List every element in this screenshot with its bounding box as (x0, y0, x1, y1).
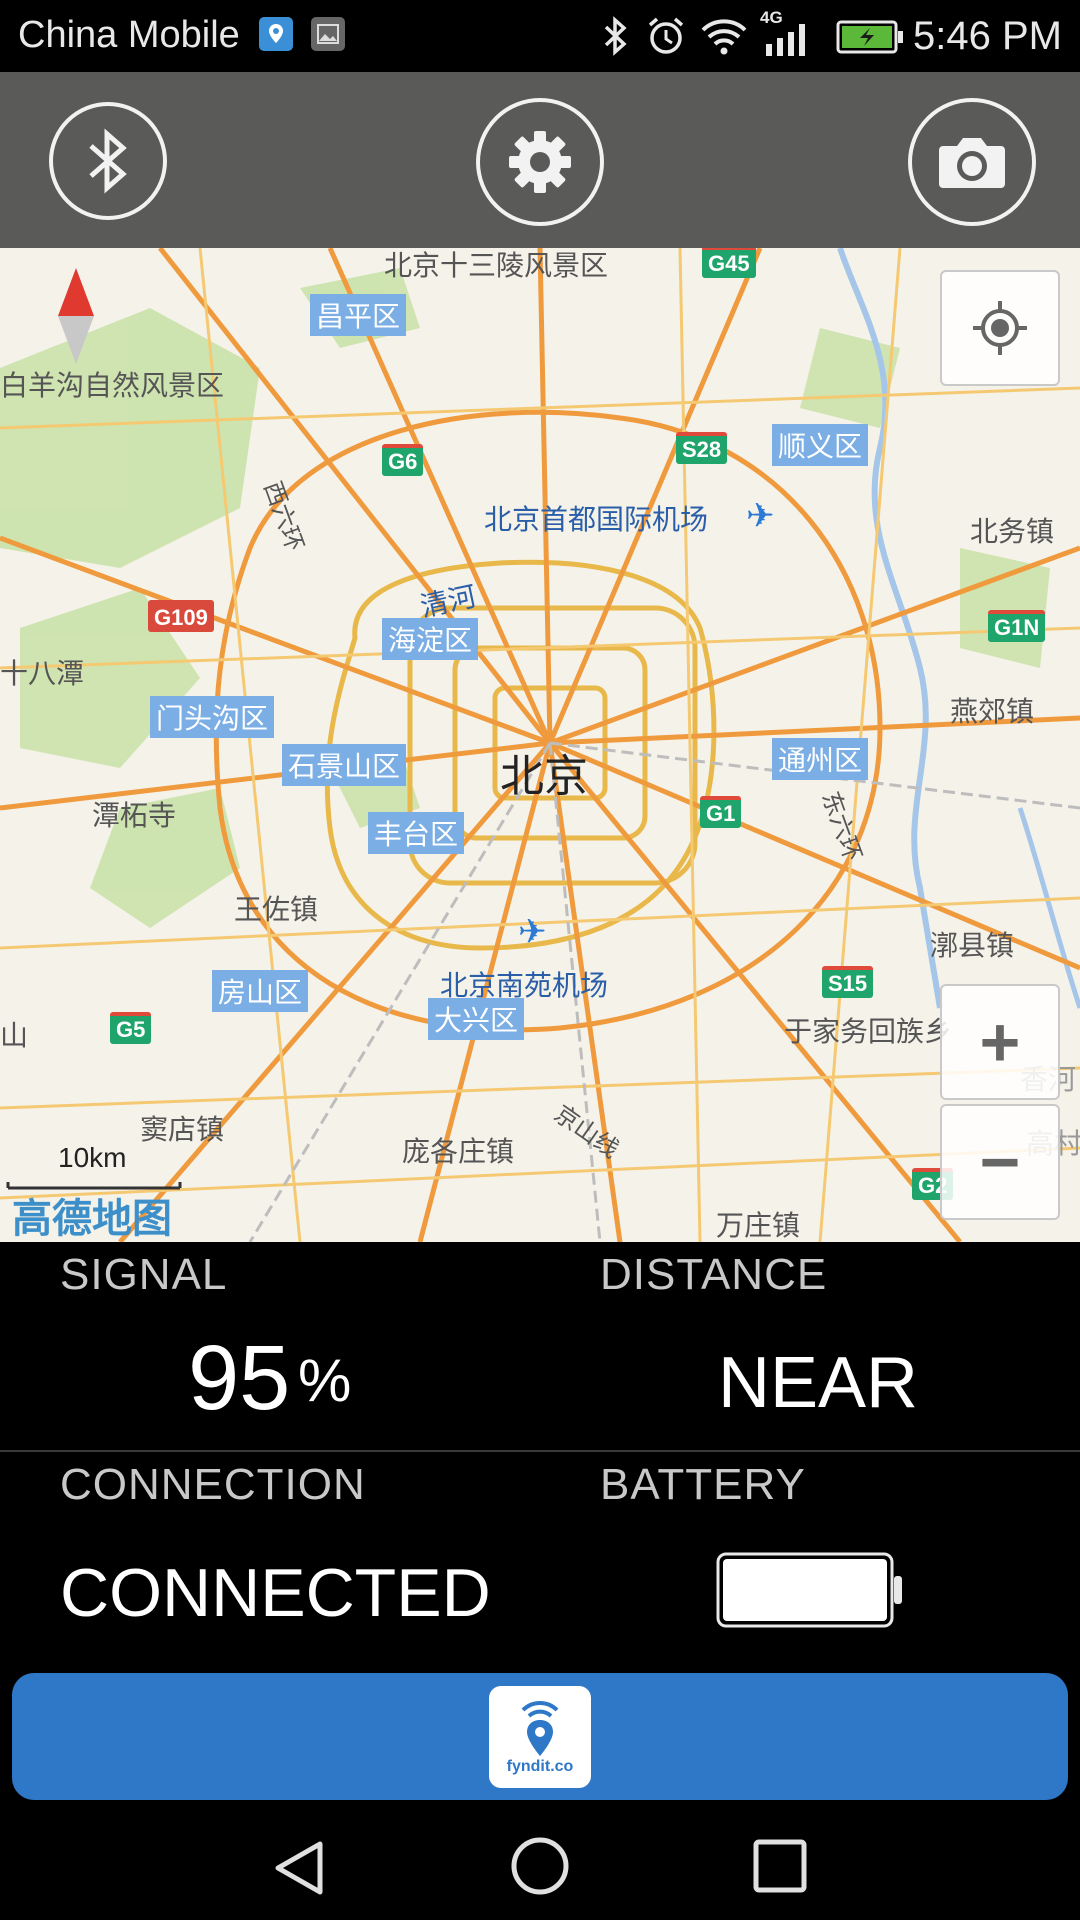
logo-text: fyndit.co (506, 1758, 574, 1775)
airport-icon: ✈ (746, 497, 775, 535)
bluetooth-icon (598, 16, 632, 61)
crosshair-locate-icon (973, 301, 1027, 355)
highway-shield: G45 (702, 248, 756, 278)
recents-button[interactable] (752, 1838, 808, 1899)
district-label: 通州区 (772, 738, 869, 780)
district-label: 昌平区 (310, 294, 407, 336)
location-pin-icon (258, 16, 294, 57)
home-icon (511, 1837, 569, 1895)
wifi-icon (700, 16, 748, 61)
back-button[interactable] (272, 1838, 328, 1903)
divider (0, 1450, 1080, 1452)
gallery-icon (310, 16, 346, 57)
map-label: 北务镇 (970, 516, 1055, 547)
alarm-icon (646, 16, 686, 61)
distance-label: DISTANCE (600, 1250, 828, 1299)
map-label: 庞各庄镇 (402, 1136, 515, 1167)
scale-label: 10km (58, 1142, 127, 1173)
back-icon (275, 1841, 323, 1895)
signal-value: 95 (188, 1327, 291, 1429)
settings-gear-icon (509, 131, 571, 193)
district-label: 丰台区 (368, 812, 465, 854)
amap-logo: 高德地图 (12, 1197, 172, 1241)
map-label: 北京 (500, 752, 588, 801)
highway-shield: G6 (382, 444, 424, 476)
map-label: 于家务回族乡 (784, 1016, 953, 1047)
map-label: 北京首都国际机场 (484, 504, 709, 535)
airport-icon: ✈ (518, 913, 547, 951)
compass-icon[interactable] (56, 268, 96, 369)
distance-value: NEAR (718, 1343, 919, 1423)
bluetooth-icon (89, 128, 127, 194)
bluetooth-button[interactable] (49, 102, 167, 220)
signal-bars-icon (764, 22, 812, 61)
battery-label: BATTERY (600, 1460, 806, 1509)
connection-label: CONNECTION (60, 1460, 366, 1509)
zoom-in-button[interactable]: + (940, 984, 1060, 1100)
zoom-out-button[interactable]: − (940, 1104, 1060, 1220)
toolbar (0, 72, 1080, 248)
connection-value: CONNECTED (60, 1555, 491, 1631)
camera-button[interactable] (908, 98, 1036, 226)
map-label: 燕郊镇 (950, 696, 1035, 727)
clock: 5:46 PM (913, 14, 1062, 58)
district-label: 石景山区 (282, 744, 407, 786)
highway-shield: G109 (148, 600, 214, 632)
camera-icon (939, 138, 1005, 188)
location-wifi-icon (521, 1700, 559, 1756)
district-label: 房山区 (212, 970, 309, 1012)
status-bar: China Mobile 4G 5:46 PM (0, 0, 1080, 72)
map-label: 万庄镇 (716, 1210, 801, 1241)
map-label: 漷县镇 (930, 930, 1015, 961)
highway-shield: S15 (822, 966, 874, 998)
highway-shield: S28 (676, 432, 728, 464)
highway-shield: G5 (110, 1012, 152, 1044)
carrier-name: China Mobile (18, 14, 240, 56)
signal-label: SIGNAL (60, 1250, 228, 1299)
highway-shield: G1 (700, 796, 742, 828)
highway-shield: G1N (988, 610, 1046, 642)
map-label: 北京十三陵风景区 (384, 250, 609, 281)
locate-button[interactable] (940, 270, 1060, 386)
map-label: 白羊沟自然风景区 (0, 370, 225, 401)
battery-charging-icon (836, 20, 904, 59)
map-label: 山 (0, 1020, 29, 1051)
signal-unit: % (298, 1347, 352, 1414)
map-label: 王佐镇 (234, 894, 319, 925)
map-label: 潭柘寺 (92, 800, 177, 831)
navigation-bar (0, 1800, 1080, 1920)
district-label: 大兴区 (428, 998, 525, 1040)
map-label: 十八潭 (0, 658, 85, 689)
fyndit-logo[interactable]: fyndit.co (489, 1686, 591, 1788)
settings-button[interactable] (476, 98, 604, 226)
map-label: 窦店镇 (140, 1114, 225, 1145)
district-label: 顺义区 (772, 424, 869, 466)
home-button[interactable] (510, 1836, 570, 1901)
battery-icon (716, 1552, 904, 1633)
district-label: 门头沟区 (150, 696, 275, 738)
recents-icon (753, 1839, 807, 1893)
map-view[interactable]: 北京十三陵风景区 白羊沟自然风景区 十八潭 潭柘寺 王佐镇 窦店镇 庞各庄镇 万… (0, 248, 1080, 1242)
district-label: 海淀区 (382, 618, 479, 660)
